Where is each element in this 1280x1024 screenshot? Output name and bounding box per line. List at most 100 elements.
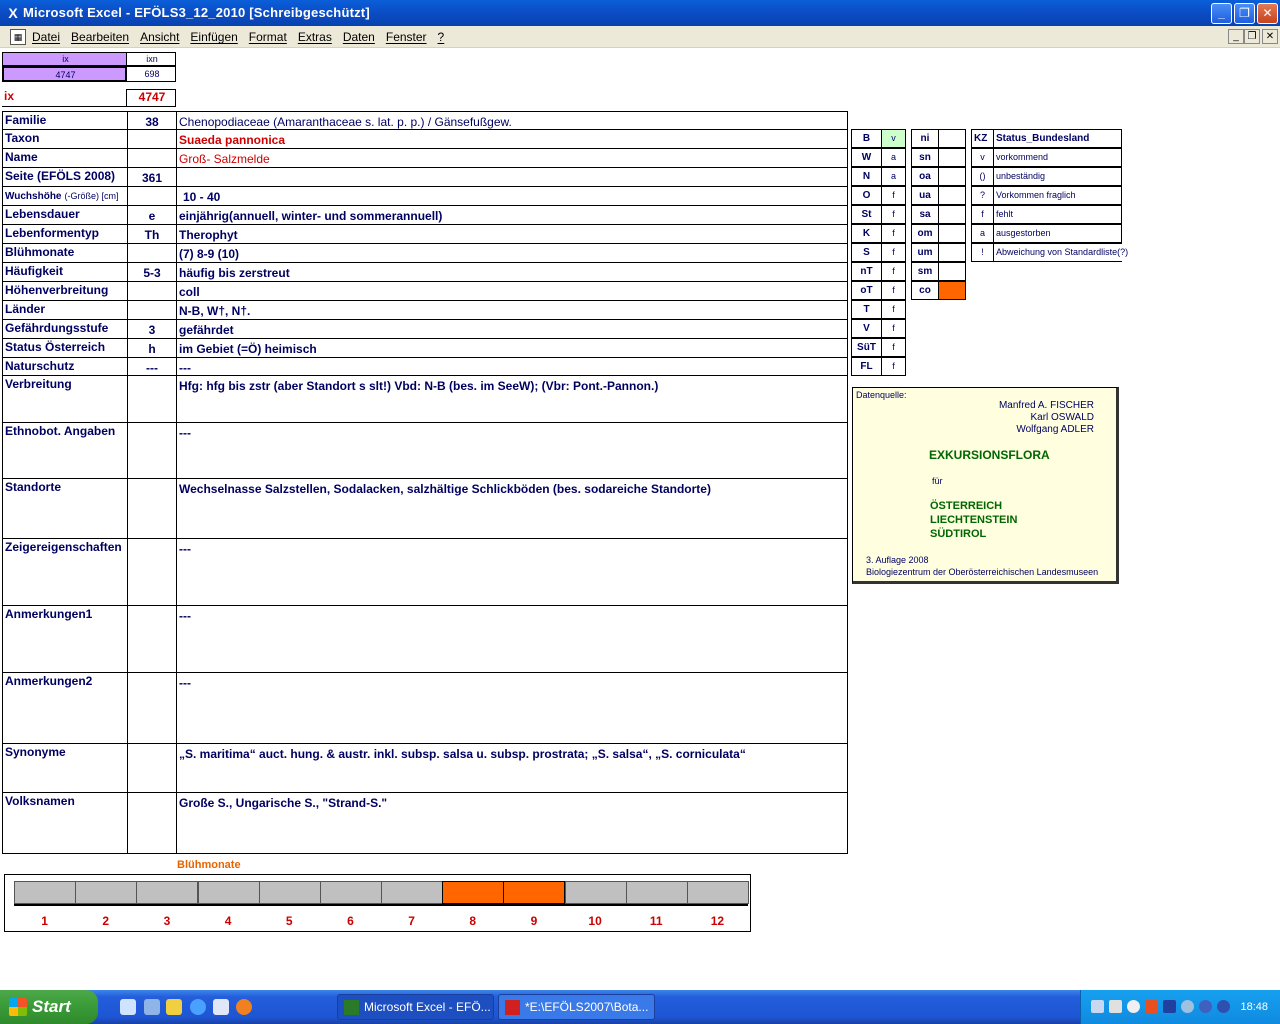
row-code[interactable]: --- <box>127 358 177 375</box>
bundesland-status-cell[interactable]: f <box>881 205 906 224</box>
bundesland-code-cell[interactable]: N <box>851 167 882 186</box>
row-value[interactable]: --- <box>177 539 847 605</box>
row-value[interactable]: --- <box>177 358 847 375</box>
row-label[interactable]: Verbreitung <box>3 376 127 422</box>
row-code[interactable] <box>127 423 177 478</box>
row-value[interactable]: 10 - 40 <box>177 187 847 205</box>
region-status-cell[interactable] <box>938 129 966 148</box>
bundesland-status-cell[interactable]: f <box>881 319 906 338</box>
row-value[interactable] <box>177 168 847 186</box>
bundesland-code-cell[interactable]: V <box>851 319 882 338</box>
row-label[interactable]: Länder <box>3 301 127 319</box>
row-code[interactable] <box>127 376 177 422</box>
mdi-minimize-button[interactable]: _ <box>1228 29 1244 44</box>
bundesland-code-cell[interactable]: O <box>851 186 882 205</box>
region-code-cell[interactable]: sa <box>911 205 939 224</box>
row-value[interactable]: coll <box>177 282 847 300</box>
region-code-cell[interactable]: om <box>911 224 939 243</box>
row-code[interactable]: 38 <box>127 112 177 129</box>
region-status-cell[interactable] <box>938 224 966 243</box>
speaker-icon[interactable] <box>1109 1000 1122 1013</box>
row-label[interactable]: Wuchshöhe (-Größe) [cm] <box>3 187 127 205</box>
quicklaunch-desktop-icon[interactable] <box>213 999 229 1015</box>
row-value[interactable]: im Gebiet (=Ö) heimisch <box>177 339 847 357</box>
bundesland-code-cell[interactable]: St <box>851 205 882 224</box>
row-label[interactable]: Synonyme <box>3 744 127 792</box>
bundesland-status-cell[interactable]: a <box>881 167 906 186</box>
bundesland-code-cell[interactable]: K <box>851 224 882 243</box>
row-value[interactable]: Therophyt <box>177 225 847 243</box>
region-code-cell[interactable]: ni <box>911 129 939 148</box>
row-code[interactable] <box>127 149 177 167</box>
row-label[interactable]: Seite (EFÖLS 2008) <box>3 168 127 186</box>
region-code-cell[interactable]: ua <box>911 186 939 205</box>
row-code[interactable] <box>127 301 177 319</box>
row-value[interactable]: Wechselnasse Salzstellen, Sodalacken, sa… <box>177 479 847 538</box>
row-value[interactable]: (7) 8-9 (10) <box>177 244 847 262</box>
quicklaunch-firefox-icon[interactable] <box>236 999 252 1015</box>
worksheet[interactable]: ix ixn 4747 698 ix 4747 Familie 38 Chenopo… <box>0 48 1280 990</box>
bundesland-code-cell[interactable]: W <box>851 148 882 167</box>
row-code[interactable]: h <box>127 339 177 357</box>
ixn-value-cell[interactable]: 698 <box>126 66 176 82</box>
network-icon[interactable] <box>1091 1000 1104 1013</box>
row-code[interactable] <box>127 539 177 605</box>
row-code[interactable]: 5-3 <box>127 263 177 281</box>
region-code-cell[interactable]: um <box>911 243 939 262</box>
row-code[interactable] <box>127 130 177 148</box>
bundesland-status-cell[interactable]: f <box>881 281 906 300</box>
menu-item-3[interactable]: Ansicht <box>140 30 179 44</box>
region-status-cell[interactable] <box>938 262 966 281</box>
row-code[interactable] <box>127 793 177 853</box>
ixn-header-cell[interactable]: ixn <box>126 52 176 66</box>
bundesland-status-cell[interactable]: f <box>881 300 906 319</box>
close-button[interactable]: ✕ <box>1257 3 1278 24</box>
maximize-button[interactable]: ❐ <box>1234 3 1255 24</box>
row-label[interactable]: Häufigkeit <box>3 263 127 281</box>
row-value[interactable]: Chenopodiaceae (Amaranthaceae s. lat. p.… <box>177 112 847 129</box>
quicklaunch-ie-icon[interactable] <box>190 999 206 1015</box>
row-value[interactable]: --- <box>177 606 847 672</box>
bundesland-code-cell[interactable]: T <box>851 300 882 319</box>
ix-label-cell[interactable]: ix <box>2 89 127 107</box>
search-icon[interactable] <box>1127 1000 1140 1013</box>
region-status-cell[interactable] <box>938 243 966 262</box>
row-label[interactable]: Lebensdauer <box>3 206 127 224</box>
row-label[interactable]: Gefährdungsstufe <box>3 320 127 338</box>
row-label[interactable]: Anmerkungen1 <box>3 606 127 672</box>
bundesland-status-cell[interactable]: f <box>881 243 906 262</box>
row-value[interactable]: Hfg: hfg bis zstr (aber Standort s slt!)… <box>177 376 847 422</box>
bundesland-code-cell[interactable]: oT <box>851 281 882 300</box>
ix-header-cell[interactable]: ix <box>2 52 127 66</box>
quicklaunch-media-icon[interactable] <box>144 999 160 1015</box>
row-value[interactable]: häufig bis zerstreut <box>177 263 847 281</box>
bundesland-code-cell[interactable]: nT <box>851 262 882 281</box>
menu-item-4[interactable]: Einfügen <box>190 30 237 44</box>
menu-item-8[interactable]: Fenster <box>386 30 427 44</box>
region-status-cell[interactable] <box>938 186 966 205</box>
row-value[interactable]: „S. maritima“ auct. hung. & austr. inkl.… <box>177 744 847 792</box>
menu-item-9[interactable]: ? <box>438 30 445 44</box>
bundesland-code-cell[interactable]: FL <box>851 357 882 376</box>
security-icon[interactable] <box>1145 1000 1158 1013</box>
row-label[interactable]: Volksnamen <box>3 793 127 853</box>
excel-app-icon[interactable]: X <box>5 5 21 21</box>
menu-item-2[interactable]: Bearbeiten <box>71 30 129 44</box>
mdi-restore-button[interactable]: ❐ <box>1244 29 1260 44</box>
row-value[interactable]: Große S., Ungarische S., "Strand-S." <box>177 793 847 853</box>
row-code[interactable] <box>127 479 177 538</box>
bundesland-status-cell[interactable]: f <box>881 262 906 281</box>
bundesland-status-cell[interactable]: a <box>881 148 906 167</box>
region-code-cell[interactable]: co <box>911 281 939 300</box>
region-status-cell[interactable] <box>938 281 966 300</box>
row-label[interactable]: Lebenformentyp <box>3 225 127 243</box>
quicklaunch-settings-icon[interactable] <box>120 999 136 1015</box>
ix-big-value-cell[interactable]: 4747 <box>126 89 176 107</box>
row-value[interactable]: Groß- Salzmelde <box>177 149 847 167</box>
workbook-icon[interactable]: ▦ <box>10 29 26 45</box>
row-label[interactable]: Standorte <box>3 479 127 538</box>
row-code[interactable] <box>127 187 177 205</box>
bundesland-status-cell[interactable]: v <box>881 129 906 148</box>
row-code[interactable] <box>127 282 177 300</box>
region-code-cell[interactable]: sm <box>911 262 939 281</box>
